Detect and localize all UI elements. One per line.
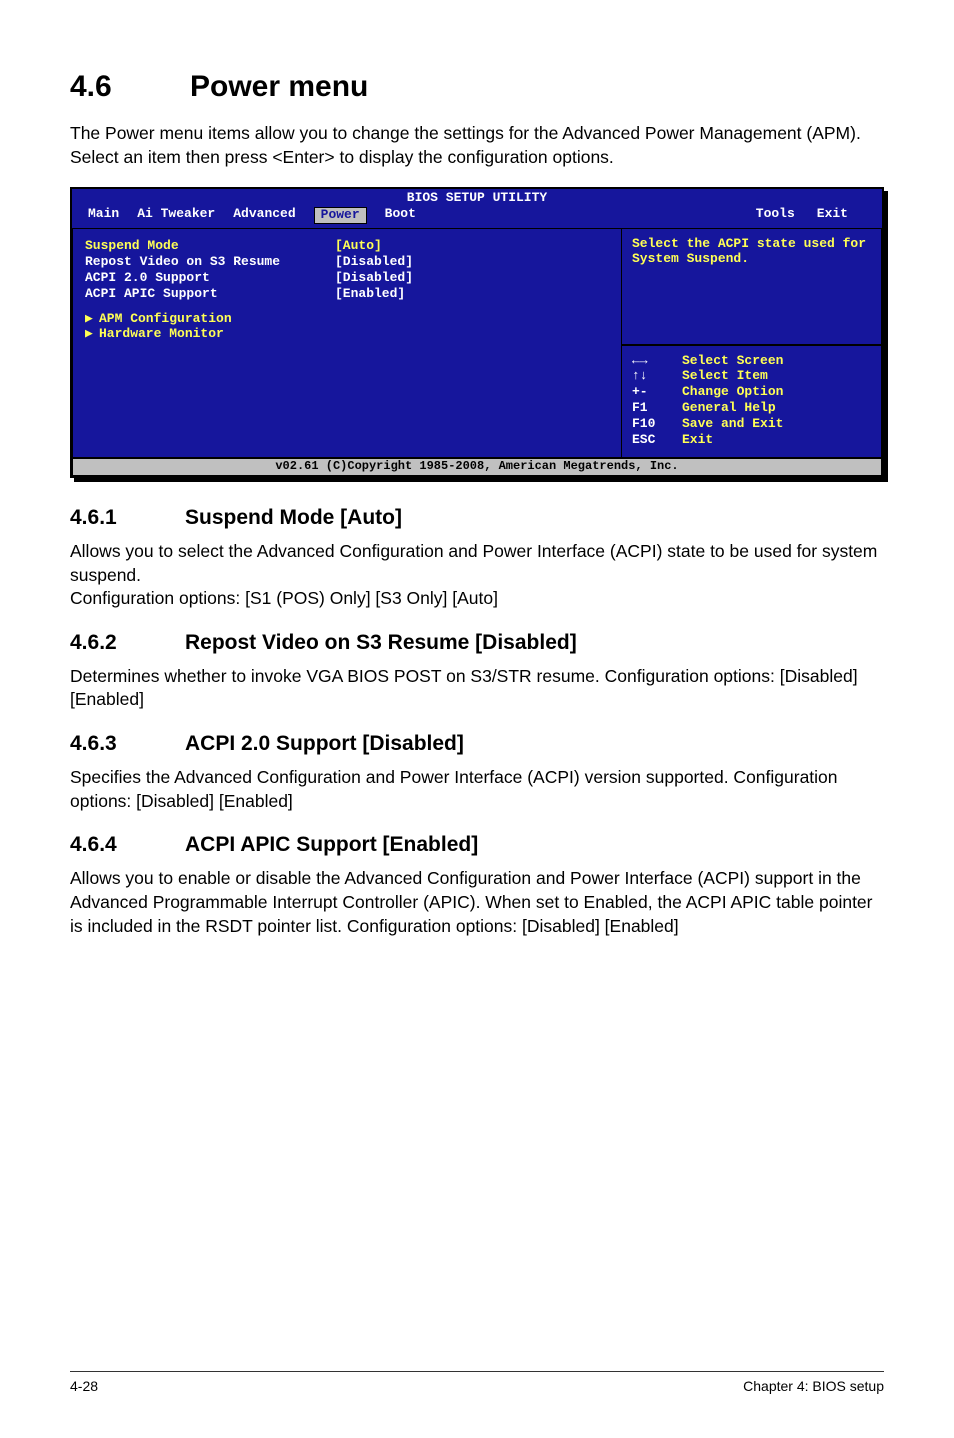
bios-submenu-label: Hardware Monitor xyxy=(99,326,224,341)
chapter-label: Chapter 4: BIOS setup xyxy=(743,1378,884,1394)
bios-option-label: ACPI 2.0 Support xyxy=(85,271,335,286)
section-body: Specifies the Advanced Configuration and… xyxy=(70,766,884,813)
bios-menu-advanced[interactable]: Advanced xyxy=(233,207,313,224)
bios-option-label: Repost Video on S3 Resume xyxy=(85,255,335,270)
bios-submenus: ▶APM Configuration ▶Hardware Monitor xyxy=(85,312,611,342)
bios-body: Suspend Mode [Auto] Repost Video on S3 R… xyxy=(72,228,882,458)
bios-left-pane: Suspend Mode [Auto] Repost Video on S3 R… xyxy=(72,228,622,458)
bios-option-acpi-20[interactable]: ACPI 2.0 Support [Disabled] xyxy=(85,271,611,286)
key-desc: Exit xyxy=(682,433,713,448)
bios-option-value: [Enabled] xyxy=(335,287,405,302)
section-4-6-3: 4.6.3ACPI 2.0 Support [Disabled] Specifi… xyxy=(70,732,884,813)
section-number: 4.6.1 xyxy=(70,506,185,530)
key: F10 xyxy=(632,417,682,432)
section-title: Repost Video on S3 Resume [Disabled] xyxy=(185,631,577,654)
section-4-6-2: 4.6.2Repost Video on S3 Resume [Disabled… xyxy=(70,631,884,712)
bios-option-label: Suspend Mode xyxy=(85,239,335,254)
bios-option-acpi-apic[interactable]: ACPI APIC Support [Enabled] xyxy=(85,287,611,302)
bios-key-row: ESCExit xyxy=(632,433,871,448)
bios-key-row: +-Change Option xyxy=(632,385,871,400)
bios-key-legend: ←→Select Screen ↑↓Select Item +-Change O… xyxy=(622,345,882,459)
bios-screenshot: BIOS SETUP UTILITY Main Ai Tweaker Advan… xyxy=(70,187,884,478)
bios-menu-power-label: Power xyxy=(314,207,367,224)
bios-option-value: [Auto] xyxy=(335,239,382,254)
section-title: ACPI APIC Support [Enabled] xyxy=(185,833,478,856)
section-4-6-4: 4.6.4ACPI APIC Support [Enabled] Allows … xyxy=(70,833,884,938)
triangle-icon: ▶ xyxy=(85,327,99,342)
bios-submenu-label: APM Configuration xyxy=(99,311,232,326)
page-footer: 4-28 Chapter 4: BIOS setup xyxy=(70,1371,884,1394)
key-desc: Select Screen xyxy=(682,354,783,369)
section-4-6-1: 4.6.1Suspend Mode [Auto] Allows you to s… xyxy=(70,506,884,611)
key: ←→ xyxy=(632,354,682,369)
bios-footer: v02.61 (C)Copyright 1985-2008, American … xyxy=(72,458,882,476)
bios-menu-power[interactable]: Power xyxy=(314,207,385,224)
bios-option-label: ACPI APIC Support xyxy=(85,287,335,302)
heading-number: 4.6 xyxy=(70,70,190,104)
bios-menu-exit[interactable]: Exit xyxy=(817,207,866,224)
bios-option-suspend-mode[interactable]: Suspend Mode [Auto] xyxy=(85,239,611,254)
bios-key-row: F10Save and Exit xyxy=(632,417,871,432)
bios-key-row: ←→Select Screen xyxy=(632,354,871,369)
section-number: 4.6.3 xyxy=(70,732,185,756)
key-desc: Save and Exit xyxy=(682,417,783,432)
key-desc: Change Option xyxy=(682,385,783,400)
bios-option-value: [Disabled] xyxy=(335,271,413,286)
bios-key-row: F1General Help xyxy=(632,401,871,416)
section-body: Determines whether to invoke VGA BIOS PO… xyxy=(70,665,884,712)
key: +- xyxy=(632,385,682,400)
section-heading: 4.6.1Suspend Mode [Auto] xyxy=(70,506,884,530)
bios-title: BIOS SETUP UTILITY xyxy=(72,189,882,207)
key-desc: Select Item xyxy=(682,369,768,384)
heading-text: Power menu xyxy=(190,70,368,103)
section-heading: 4.6.3ACPI 2.0 Support [Disabled] xyxy=(70,732,884,756)
section-number: 4.6.2 xyxy=(70,631,185,655)
section-number: 4.6.4 xyxy=(70,833,185,857)
bios-key-row: ↑↓Select Item xyxy=(632,369,871,384)
section-body: Allows you to select the Advanced Config… xyxy=(70,540,884,611)
key-desc: General Help xyxy=(682,401,776,416)
page-title: 4.6Power menu xyxy=(70,70,884,104)
key: ESC xyxy=(632,433,682,448)
bios-menubar: Main Ai Tweaker Advanced Power Boot Tool… xyxy=(72,207,882,228)
section-heading: 4.6.2Repost Video on S3 Resume [Disabled… xyxy=(70,631,884,655)
bios-right-pane: Select the ACPI state used for System Su… xyxy=(622,228,882,458)
intro-paragraph: The Power menu items allow you to change… xyxy=(70,122,884,169)
key: F1 xyxy=(632,401,682,416)
bios-help-text: Select the ACPI state used for System Su… xyxy=(622,228,882,344)
bios-menu-main[interactable]: Main xyxy=(88,207,137,224)
section-heading: 4.6.4ACPI APIC Support [Enabled] xyxy=(70,833,884,857)
key: ↑↓ xyxy=(632,369,682,384)
bios-menu-boot[interactable]: Boot xyxy=(385,207,434,224)
section-title: ACPI 2.0 Support [Disabled] xyxy=(185,732,464,755)
triangle-icon: ▶ xyxy=(85,312,99,327)
bios-menu-tools[interactable]: Tools xyxy=(756,207,817,224)
page-number: 4-28 xyxy=(70,1378,98,1394)
section-title: Suspend Mode [Auto] xyxy=(185,506,402,529)
bios-submenu-hardware-monitor[interactable]: ▶Hardware Monitor xyxy=(85,327,611,342)
bios-submenu-apm[interactable]: ▶APM Configuration xyxy=(85,312,611,327)
bios-menu-ai-tweaker[interactable]: Ai Tweaker xyxy=(137,207,233,224)
bios-option-repost-video[interactable]: Repost Video on S3 Resume [Disabled] xyxy=(85,255,611,270)
bios-option-value: [Disabled] xyxy=(335,255,413,270)
section-body: Allows you to enable or disable the Adva… xyxy=(70,867,884,938)
